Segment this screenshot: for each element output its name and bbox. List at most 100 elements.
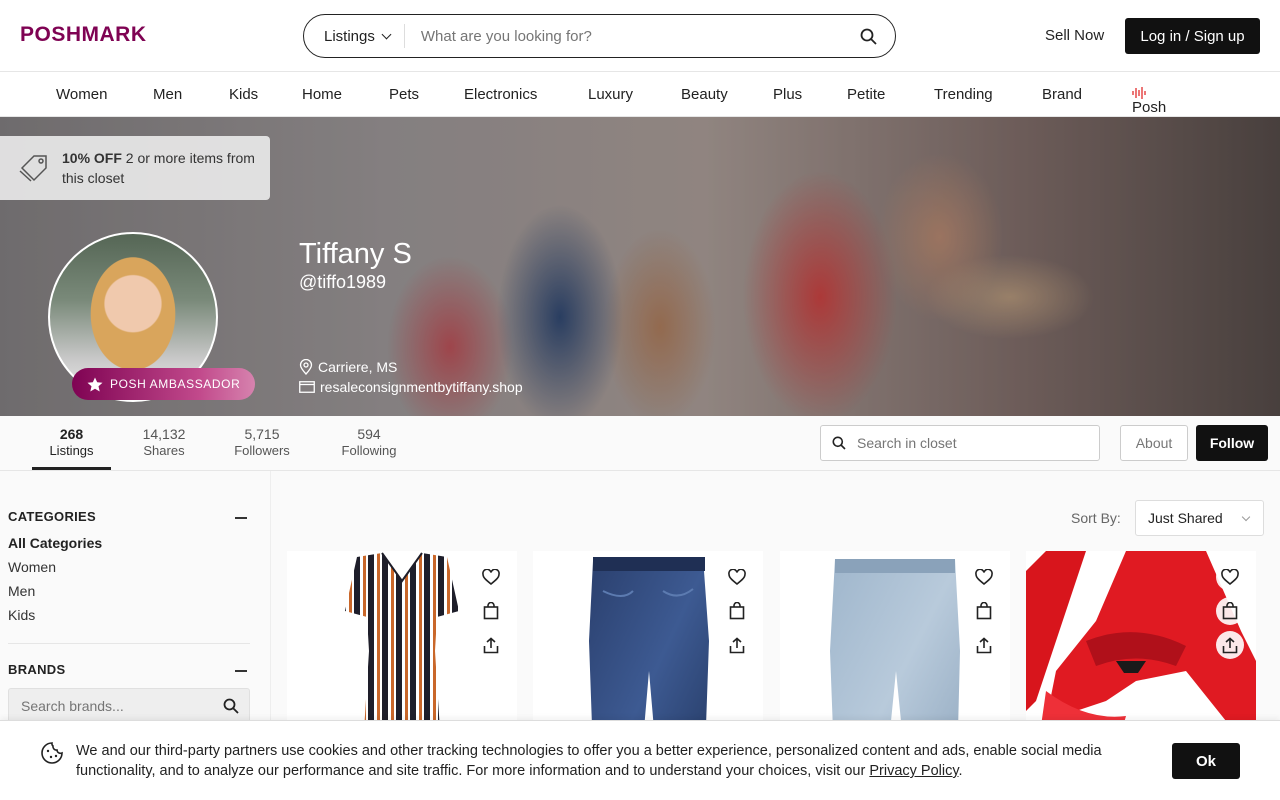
stat-listings-label: Listings bbox=[49, 443, 94, 458]
listing-actions bbox=[970, 563, 998, 659]
cookie-icon bbox=[41, 742, 63, 764]
nav-trending[interactable]: Trending bbox=[934, 86, 993, 103]
price-tag-icon bbox=[19, 155, 47, 182]
closet-stats-bar: 268 Listings 14,132 Shares 5,715 Followe… bbox=[0, 416, 1280, 471]
category-women[interactable]: Women bbox=[8, 559, 56, 575]
sell-now-link[interactable]: Sell Now bbox=[1045, 27, 1104, 44]
search-scope-label: Listings bbox=[324, 27, 375, 45]
categories-title: CATEGORIES bbox=[8, 509, 96, 524]
closet-search-input[interactable] bbox=[857, 435, 1038, 451]
website[interactable]: resaleconsignmentbytiffany.shop bbox=[299, 379, 523, 395]
sidebar-divider bbox=[8, 643, 250, 644]
nav-women[interactable]: Women bbox=[56, 86, 107, 103]
follow-button[interactable]: Follow bbox=[1196, 425, 1268, 461]
cookie-message-end: . bbox=[958, 763, 963, 779]
brands-title: BRANDS bbox=[8, 662, 66, 677]
brand-search-button[interactable] bbox=[213, 698, 249, 714]
collapse-brands-icon[interactable] bbox=[235, 670, 247, 672]
search-input[interactable] bbox=[404, 27, 841, 45]
shopping-bag-icon bbox=[976, 602, 992, 620]
stat-shares-label: Shares bbox=[143, 443, 185, 458]
nav-beauty[interactable]: Beauty bbox=[681, 86, 728, 103]
live-waveform-icon bbox=[1132, 87, 1146, 99]
share-button[interactable] bbox=[970, 631, 998, 659]
share-button[interactable] bbox=[477, 631, 505, 659]
like-button[interactable] bbox=[1216, 563, 1244, 591]
stat-following-label: Following bbox=[341, 443, 397, 458]
cookie-consent-banner: We and our third-party partners use cook… bbox=[0, 720, 1280, 800]
closet-owner-name: Tiffany S bbox=[299, 238, 412, 270]
star-icon bbox=[87, 377, 103, 391]
add-to-bundle-button[interactable] bbox=[970, 597, 998, 625]
search-bar: Listings bbox=[303, 14, 896, 58]
sort-value: Just Shared bbox=[1148, 510, 1223, 526]
category-all[interactable]: All Categories bbox=[8, 535, 102, 551]
listing-actions bbox=[477, 563, 505, 659]
share-button[interactable] bbox=[723, 631, 751, 659]
share-icon bbox=[483, 636, 499, 653]
nav-luxury[interactable]: Luxury bbox=[588, 86, 633, 103]
ambassador-label: POSH AMBASSADOR bbox=[110, 377, 241, 391]
nav-men[interactable]: Men bbox=[153, 86, 182, 103]
site-header: POSHMARK Listings Sell Now Log in / Sign… bbox=[0, 0, 1280, 72]
chevron-down-icon bbox=[381, 29, 392, 39]
stat-following-value: 594 bbox=[357, 426, 381, 442]
category-men[interactable]: Men bbox=[8, 583, 35, 599]
add-to-bundle-button[interactable] bbox=[477, 597, 505, 625]
closet-banner: 10% OFF 2 or more items from this closet… bbox=[0, 117, 1280, 416]
search-button[interactable] bbox=[841, 28, 895, 45]
nav-home[interactable]: Home bbox=[302, 86, 342, 103]
website-link[interactable]: resaleconsignmentbytiffany.shop bbox=[320, 379, 523, 395]
heart-icon bbox=[975, 569, 993, 585]
website-card-icon bbox=[299, 381, 315, 393]
nav-pets[interactable]: Pets bbox=[389, 86, 419, 103]
login-signup-button[interactable]: Log in / Sign up bbox=[1125, 18, 1260, 54]
add-to-bundle-button[interactable] bbox=[1216, 597, 1244, 625]
nav-petite[interactable]: Petite bbox=[847, 86, 885, 103]
shopping-bag-icon bbox=[1222, 602, 1238, 620]
nav-plus[interactable]: Plus bbox=[773, 86, 802, 103]
share-icon bbox=[976, 636, 992, 653]
about-button[interactable]: About bbox=[1120, 425, 1188, 461]
shopping-bag-icon bbox=[483, 602, 499, 620]
stat-followers[interactable]: 5,715 Followers bbox=[228, 426, 296, 458]
closet-search bbox=[820, 425, 1100, 461]
share-icon bbox=[1222, 636, 1238, 653]
heart-icon bbox=[728, 569, 746, 585]
nav-posh-live[interactable]: Posh Live bbox=[1132, 86, 1166, 133]
posh-ambassador-badge: POSH AMBASSADOR bbox=[72, 368, 255, 400]
heart-icon bbox=[482, 569, 500, 585]
stat-listings[interactable]: 268 Listings bbox=[32, 426, 111, 458]
add-to-bundle-button[interactable] bbox=[723, 597, 751, 625]
stat-listings-value: 268 bbox=[59, 426, 84, 442]
sort-dropdown[interactable]: Just Shared bbox=[1135, 500, 1264, 536]
chevron-down-icon bbox=[1241, 512, 1251, 522]
nav-brand[interactable]: Brand bbox=[1042, 86, 1082, 103]
like-button[interactable] bbox=[477, 563, 505, 591]
stat-following[interactable]: 594 Following bbox=[336, 426, 402, 458]
closet-search-icon-wrap bbox=[821, 436, 857, 450]
stat-followers-value: 5,715 bbox=[244, 426, 280, 442]
listing-actions bbox=[1216, 563, 1244, 659]
poshmark-logo[interactable]: POSHMARK bbox=[20, 23, 147, 47]
like-button[interactable] bbox=[723, 563, 751, 591]
share-button[interactable] bbox=[1216, 631, 1244, 659]
cookie-ok-button[interactable]: Ok bbox=[1172, 743, 1240, 779]
search-scope-dropdown[interactable]: Listings bbox=[304, 24, 405, 48]
search-icon bbox=[832, 436, 846, 450]
nav-kids[interactable]: Kids bbox=[229, 86, 258, 103]
discount-text: 10% OFF 2 or more items from this closet bbox=[62, 148, 262, 188]
privacy-policy-link[interactable]: Privacy Policy bbox=[869, 763, 958, 779]
stat-shares[interactable]: 14,132 Shares bbox=[134, 426, 194, 458]
like-button[interactable] bbox=[970, 563, 998, 591]
sort-label: Sort By: bbox=[1071, 510, 1121, 526]
discount-amount: 10% OFF bbox=[62, 150, 122, 166]
stat-shares-value: 14,132 bbox=[142, 426, 186, 442]
stat-followers-label: Followers bbox=[234, 443, 290, 458]
brand-search-input[interactable] bbox=[21, 698, 213, 714]
location-text: Carriere, MS bbox=[318, 359, 398, 375]
shopping-bag-icon bbox=[729, 602, 745, 620]
nav-electronics[interactable]: Electronics bbox=[464, 86, 537, 103]
collapse-categories-icon[interactable] bbox=[235, 517, 247, 519]
category-kids[interactable]: Kids bbox=[8, 607, 35, 623]
